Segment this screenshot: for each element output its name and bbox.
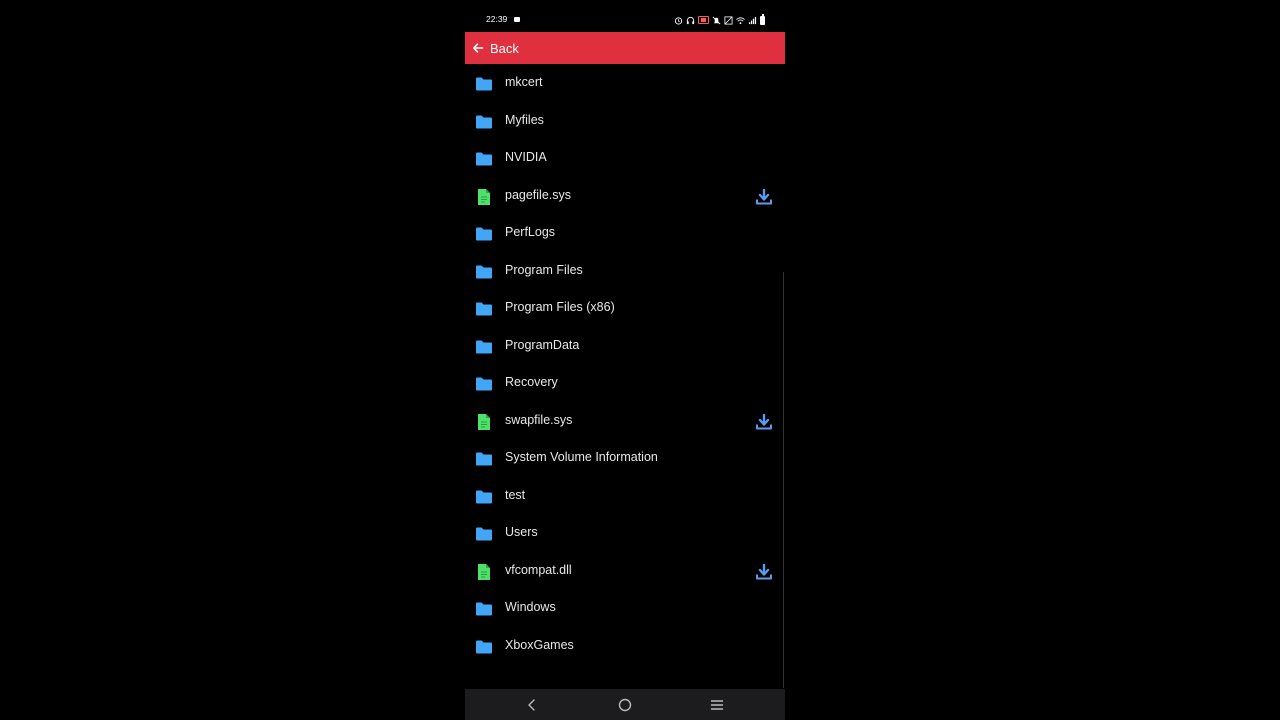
- file-name: pagefile.sys: [505, 187, 572, 202]
- folder-icon: [476, 340, 492, 353]
- scrollbar[interactable]: [783, 272, 784, 688]
- back-label: Back: [490, 40, 519, 56]
- screen-record-icon: [514, 17, 520, 22]
- file-name: Program Files (x86): [505, 300, 615, 314]
- recents-nav-icon[interactable]: [709, 697, 725, 713]
- file-name: Users: [505, 525, 538, 539]
- folder-icon: [476, 265, 492, 278]
- file-name: test: [505, 487, 526, 502]
- file-icon: [478, 563, 490, 580]
- file-name: System Volume Information: [505, 450, 658, 464]
- folder-icon: [476, 302, 492, 316]
- file-name: Recovery: [505, 375, 558, 389]
- battery-icon: [760, 14, 765, 25]
- folder-icon: [476, 227, 492, 241]
- download-icon[interactable]: [755, 563, 773, 581]
- alarm-icon: [674, 16, 683, 25]
- folder-icon: [476, 377, 492, 391]
- file-name: Myfiles: [505, 112, 544, 127]
- wifi-icon: [736, 16, 745, 25]
- back-nav-icon[interactable]: [524, 697, 540, 713]
- folder-item[interactable]: Myfiles: [465, 105, 785, 142]
- folder-icon: [476, 602, 492, 616]
- folder-icon: [476, 490, 492, 503]
- folder-item[interactable]: Recovery: [465, 367, 785, 404]
- folder-item[interactable]: XboxGames: [465, 630, 785, 667]
- download-icon[interactable]: [755, 413, 773, 431]
- folder-icon: [476, 640, 492, 653]
- status-bar: 22:39: [465, 8, 785, 32]
- folder-icon: [476, 77, 492, 91]
- download-icon[interactable]: [755, 188, 773, 206]
- folder-item[interactable]: mkcert: [465, 67, 785, 104]
- file-name: XboxGames: [505, 637, 574, 652]
- recording-icon: [698, 16, 709, 24]
- file-name: PerfLogs: [505, 225, 556, 239]
- file-name: NVIDIA: [505, 150, 547, 164]
- file-name: Program Files: [505, 262, 583, 277]
- file-name: Windows: [505, 600, 556, 614]
- folder-item[interactable]: Program Files: [465, 255, 785, 292]
- folder-item[interactable]: NVIDIA: [465, 142, 785, 179]
- back-button[interactable]: Back: [465, 32, 785, 64]
- nfc-icon: [724, 15, 733, 25]
- mute-icon: [712, 16, 721, 25]
- folder-icon: [476, 527, 492, 541]
- home-nav-icon[interactable]: [617, 697, 633, 713]
- phone-screen: 22:39 Back mkcert Myfiles NVIDIA pagefil…: [465, 8, 785, 720]
- arrow-left-icon: [473, 43, 484, 53]
- folder-item[interactable]: Windows: [465, 592, 785, 629]
- file-name: mkcert: [505, 75, 543, 89]
- folder-icon: [476, 152, 492, 166]
- file-icon: [478, 413, 490, 430]
- folder-item[interactable]: PerfLogs: [465, 217, 785, 254]
- file-icon: [478, 188, 490, 205]
- file-name: ProgramData: [505, 337, 580, 352]
- signal-icon: [748, 16, 757, 25]
- folder-item[interactable]: Program Files (x86): [465, 292, 785, 329]
- file-name: swapfile.sys: [505, 412, 573, 427]
- file-item[interactable]: swapfile.sys: [465, 405, 785, 442]
- folder-item[interactable]: test: [465, 480, 785, 517]
- folder-item[interactable]: ProgramData: [465, 330, 785, 367]
- navigation-bar: [465, 689, 785, 720]
- status-time: 22:39: [486, 14, 508, 24]
- file-item[interactable]: pagefile.sys: [465, 180, 785, 217]
- folder-item[interactable]: System Volume Information: [465, 442, 785, 479]
- headphones-icon: [686, 16, 695, 25]
- folder-icon: [476, 452, 492, 466]
- file-item[interactable]: vfcompat.dll: [465, 555, 785, 592]
- file-name: vfcompat.dll: [505, 562, 572, 577]
- folder-item[interactable]: Users: [465, 517, 785, 554]
- status-icons: [674, 13, 765, 27]
- folder-icon: [476, 115, 492, 128]
- file-list: mkcert Myfiles NVIDIA pagefile.sys PerfLogs P…: [465, 64, 785, 689]
